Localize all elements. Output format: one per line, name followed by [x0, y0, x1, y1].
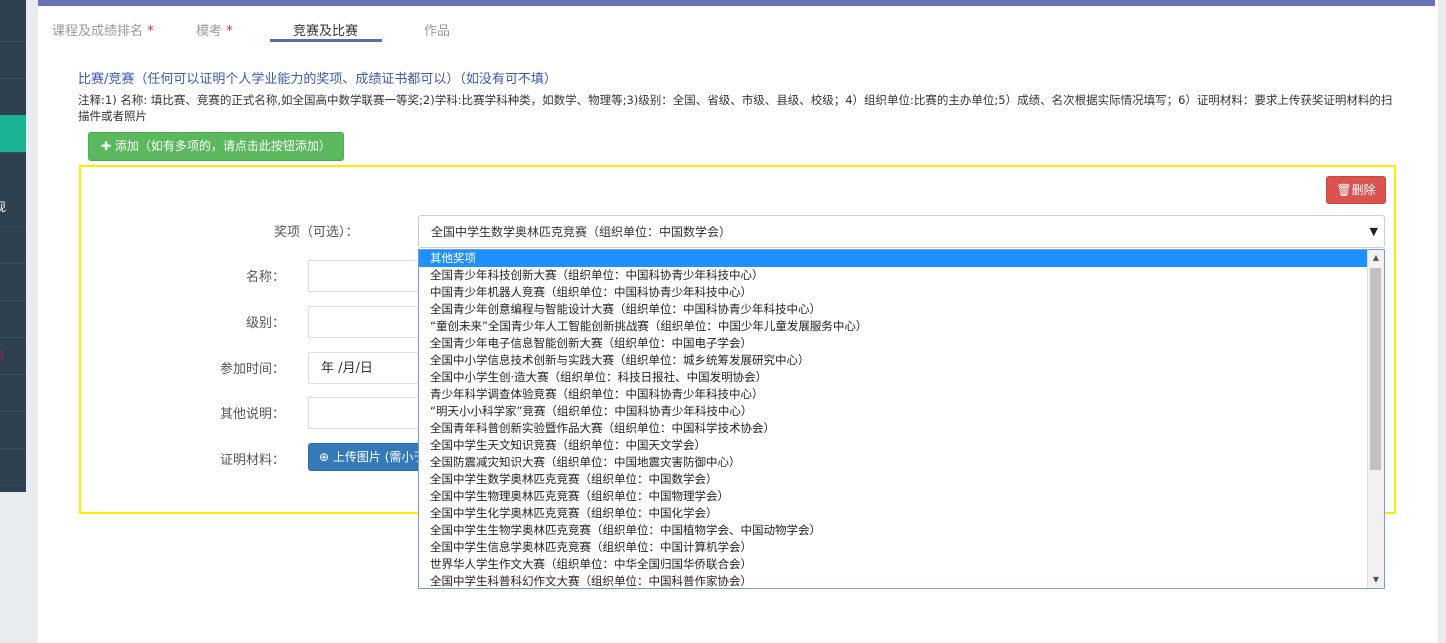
dropdown-option[interactable]: 全国中小学信息技术创新与实践大赛（组织单位：城乡统筹发展研究中心）	[419, 352, 1370, 369]
upload-button-label: 上传图片 (需小于	[332, 450, 418, 464]
add-award-button[interactable]: ✚ 添加（如有多项的，请点击此按钮添加）	[88, 132, 344, 161]
sidebar-item-active[interactable]	[0, 115, 26, 153]
upload-image-button[interactable]: ⊕ 上传图片 (需小于	[308, 443, 418, 471]
sidebar-item[interactable]: ☆	[0, 337, 26, 375]
sidebar-item-label: 现	[0, 189, 6, 226]
award-dropdown-list[interactable]: 其他奖项 全国青少年科技创新大赛（组织单位：中国科协青少年科技中心） 中国青少年机器…	[418, 249, 1385, 589]
dropdown-option[interactable]: “明天小小科学家”竞赛（组织单位：中国科协青少年科技中心）	[419, 403, 1370, 420]
dropdown-option[interactable]: 全国青少年创意编程与智能设计大赛（组织单位：中国科协青少年科技中心）	[419, 301, 1370, 318]
proof-label: 证明材料：	[220, 453, 286, 468]
tab-label: 作品	[424, 24, 451, 39]
sidebar: 现 ☆	[0, 0, 26, 492]
tab-label: 模考	[196, 24, 223, 39]
level-label: 级别：	[246, 316, 286, 331]
dropdown-option[interactable]: 青少年科学调查体验竞赛（组织单位：中国科协青少年科技中心）	[419, 386, 1370, 403]
trash-icon: 🗑	[1336, 183, 1352, 197]
name-input[interactable]	[308, 260, 418, 292]
dropdown-option[interactable]: 全国青年科普创新实验暨作品大赛（组织单位：中国科学技术协会）	[419, 420, 1370, 437]
tab-competitions[interactable]: 竞赛及比赛	[293, 20, 358, 39]
dropdown-option[interactable]: 全国中学生科普科幻作文大赛（组织单位：中国科普作家协会）	[419, 573, 1370, 588]
sidebar-item[interactable]	[0, 226, 26, 264]
dropdown-option[interactable]: “童创未来”全国青少年人工智能创新挑战赛（组织单位：中国少年儿童发展服务中心）	[419, 318, 1370, 335]
dropdown-scrollbar[interactable]: ▲ ▼	[1367, 250, 1384, 588]
tab-courses[interactable]: 课程及成绩排名 *	[52, 20, 154, 39]
sidebar-item[interactable]	[0, 300, 26, 338]
dropdown-option[interactable]: 全国中学生天文知识竞赛（组织单位：中国天文学会）	[419, 437, 1370, 454]
dropdown-option[interactable]: 其他奖项	[419, 250, 1370, 267]
tab-bar: 课程及成绩排名 * 模考 * 竞赛及比赛 作品	[38, 8, 1435, 44]
delete-button[interactable]: 🗑删除	[1326, 176, 1386, 204]
sidebar-item[interactable]	[0, 411, 26, 449]
star-icon: ☆	[0, 337, 6, 374]
tab-works[interactable]: 作品	[424, 20, 450, 39]
level-input[interactable]	[308, 306, 418, 338]
dropdown-option[interactable]: 全国中小学生创·造大赛（组织单位：科技日报社、中国发明协会）	[419, 369, 1370, 386]
scroll-up-arrow-icon[interactable]: ▲	[1368, 250, 1384, 266]
delete-button-label: 删除	[1351, 183, 1376, 197]
required-mark: *	[226, 24, 233, 39]
add-button-label: 添加（如有多项的，请点击此按钮添加）	[114, 139, 331, 153]
sidebar-item[interactable]	[0, 78, 26, 116]
dropdown-options: 其他奖项 全国青少年科技创新大赛（组织单位：中国科协青少年科技中心） 中国青少年机器…	[419, 250, 1384, 588]
sidebar-item[interactable]	[0, 4, 26, 42]
award-label: 奖项（可选）：	[274, 225, 359, 240]
dropdown-option[interactable]: 全国中学生数学奥林匹克竞赛（组织单位：中国数学会）	[419, 471, 1370, 488]
dropdown-option[interactable]: 全国青少年电子信息智能创新大赛（组织单位：中国电子学会）	[419, 335, 1370, 352]
sidebar-item[interactable]	[0, 374, 26, 412]
name-label: 名称：	[246, 270, 286, 285]
dropdown-option[interactable]: 世界华人学生作文大赛（组织单位：中华全国归国华侨联合会）	[419, 556, 1370, 573]
award-selected-value: 全国中学生数学奥林匹克竞赛（组织单位：中国数学会）	[431, 225, 732, 239]
section-note: 注释:1) 名称: 填比赛、竞赛的正式名称,如全国高中数学联赛一等奖;2)学科:…	[78, 93, 1393, 123]
award-select[interactable]: 全国中学生数学奥林匹克竞赛（组织单位：中国数学会） ▼	[418, 215, 1385, 248]
dropdown-option[interactable]: 中国青少年机器人竞赛（组织单位：中国科协青少年科技中心）	[419, 284, 1370, 301]
sidebar-item[interactable]	[0, 448, 26, 486]
sidebar-item[interactable]	[0, 263, 26, 301]
dropdown-option[interactable]: 全国中学生化学奥林匹克竞赛（组织单位：中国化学会）	[419, 505, 1370, 522]
dropdown-option[interactable]: 全国防震减灾知识大赛（组织单位：中国地震灾害防御中心）	[419, 454, 1370, 471]
dropdown-option[interactable]: 全国青少年科技创新大赛（组织单位：中国科协青少年科技中心）	[419, 267, 1370, 284]
dropdown-option[interactable]: 全国中学生生物学奥林匹克竞赛（组织单位：中国植物学会、中国动物学会）	[419, 522, 1370, 539]
sidebar-item[interactable]	[0, 41, 26, 79]
date-label: 参加时间：	[220, 362, 286, 377]
main-panel: 课程及成绩排名 * 模考 * 竞赛及比赛 作品 比赛/竞赛（任何可以证明个人学业…	[38, 0, 1438, 643]
dropdown-option[interactable]: 全国中学生信息学奥林匹克竞赛（组织单位：中国计算机学会）	[419, 539, 1370, 556]
date-input[interactable]: 年 /月/日	[308, 352, 418, 384]
tab-mock-exam[interactable]: 模考 *	[196, 20, 233, 39]
plus-icon: ✚	[101, 139, 112, 153]
other-notes-input[interactable]	[308, 397, 418, 429]
upload-circle-icon: ⊕	[319, 450, 330, 464]
dropdown-option[interactable]: 全国中学生物理奥林匹克竞赛（组织单位：中国物理学会）	[419, 488, 1370, 505]
tab-label: 课程及成绩排名	[52, 24, 144, 39]
other-notes-label: 其他说明：	[220, 407, 286, 422]
scrollbar-thumb[interactable]	[1370, 268, 1381, 470]
scroll-down-arrow-icon[interactable]: ▼	[1368, 572, 1384, 588]
top-accent-bar	[38, 0, 1435, 6]
triangle-down-icon: ▼	[1369, 225, 1378, 238]
section-title: 比赛/竞赛（任何可以证明个人学业能力的奖项、成绩证书都可以）（如没有可不填）	[78, 72, 557, 87]
sidebar-item[interactable]: 现	[0, 189, 26, 227]
active-tab-indicator	[270, 39, 382, 42]
tab-label: 竞赛及比赛	[293, 24, 359, 39]
required-mark: *	[147, 24, 154, 39]
